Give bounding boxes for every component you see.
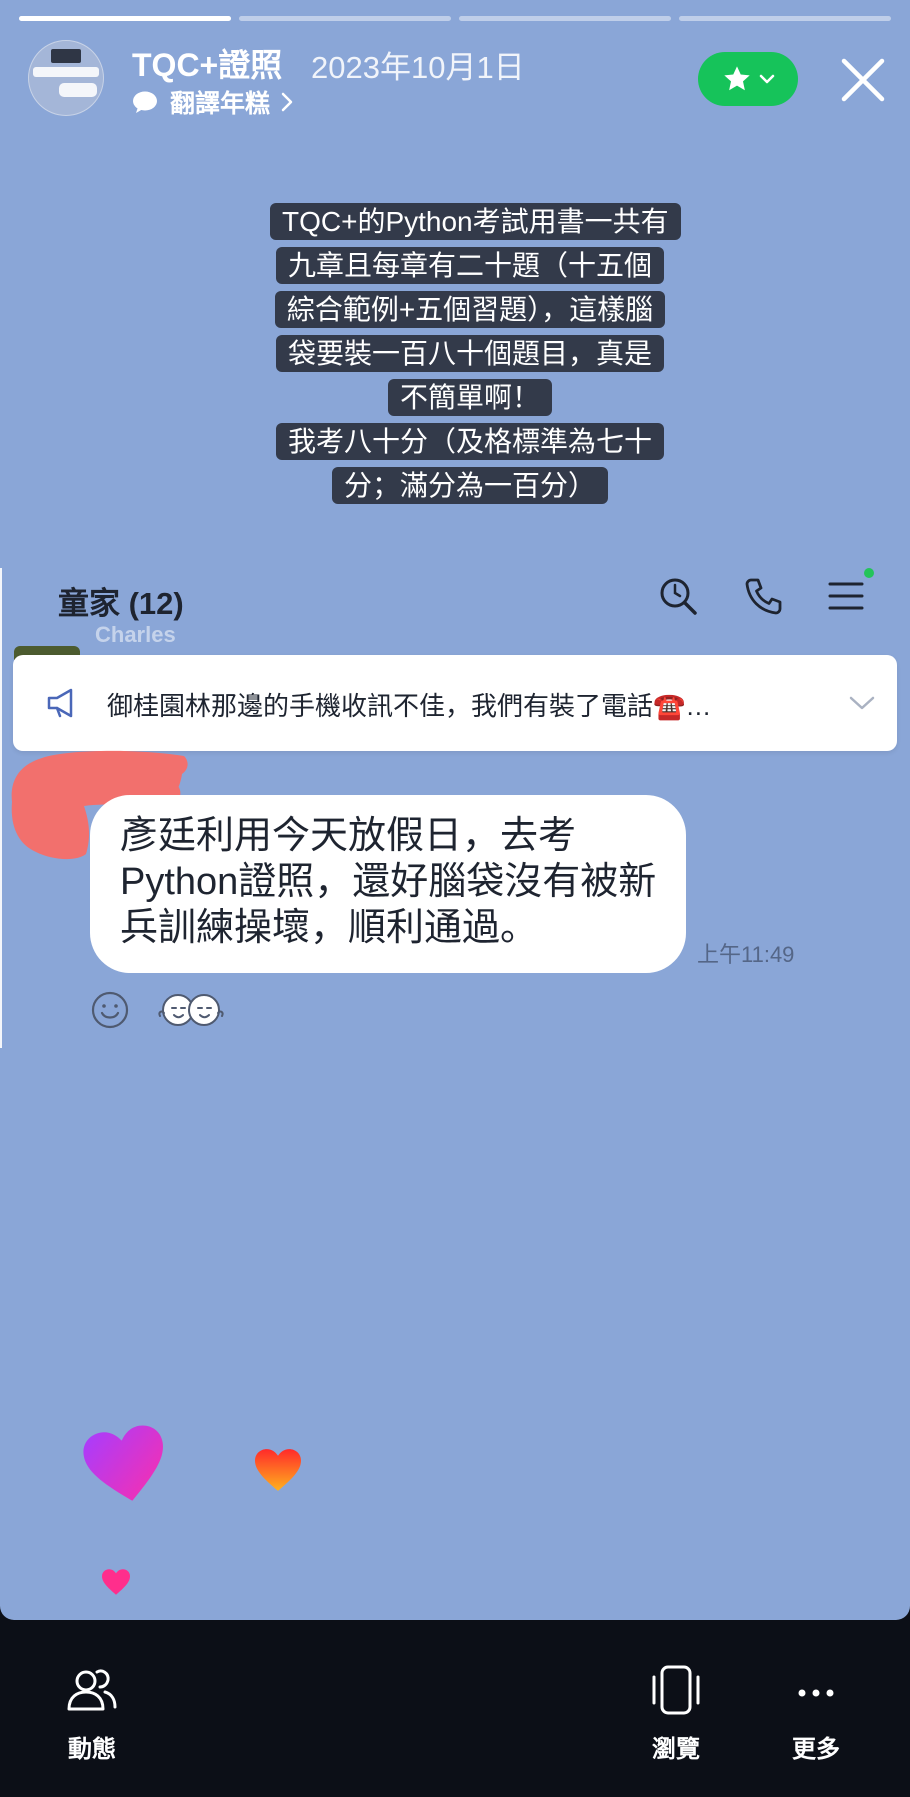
announcement-text: 御桂園林那邊的手機收訊不佳，我們有裝了電話☎️… <box>107 691 712 721</box>
story-date: 2023年10月1日 <box>311 50 525 85</box>
story-progress <box>19 16 891 21</box>
progress-segment <box>459 16 671 21</box>
screenshot-edge <box>0 568 2 1048</box>
chat-title: 童家 (12) <box>58 586 184 621</box>
chevron-down-icon <box>849 696 875 710</box>
browse-button[interactable]: 瀏覽 <box>606 1665 746 1764</box>
story-caption: TQC+的Python考試用書一共有九章且每章有二十題（十五個綜合範例+五個習題… <box>270 200 681 508</box>
author-avatar[interactable] <box>28 40 104 116</box>
close-icon[interactable] <box>838 55 888 105</box>
heart-icon <box>255 1449 301 1491</box>
favorite-button[interactable] <box>698 52 798 106</box>
activity-label: 動態 <box>68 1736 116 1763</box>
message-text: 彥廷利用今天放假日，去考Python證照，還好腦袋沒有被新兵訓練操壞，順利通過。 <box>120 815 657 949</box>
search-icon <box>660 578 697 615</box>
chat-message-bubble: 彥廷利用今天放假日，去考Python證照，還好腦袋沒有被新兵訓練操壞，順利通過。 <box>90 795 686 973</box>
chevron-right-icon <box>281 92 293 112</box>
more-label: 更多 <box>792 1736 840 1763</box>
reaction-sticker-icon <box>158 994 224 1026</box>
activity-button[interactable]: 動態 <box>22 1665 162 1764</box>
menu-icon <box>828 582 864 610</box>
more-button[interactable]: 更多 <box>746 1665 886 1764</box>
chevron-down-icon <box>759 74 775 84</box>
progress-segment <box>19 16 231 21</box>
story-author-name[interactable]: TQC+證照 <box>132 40 282 86</box>
smiley-icon <box>91 991 129 1029</box>
heart-icon <box>102 1569 130 1595</box>
faded-sender-name: Charles <box>95 622 176 647</box>
caption-text: 我考八十分（及格標準為七十分；滿分為一百分） <box>275 423 664 504</box>
translate-label: 翻譯年糕 <box>170 90 271 118</box>
bubble-icon <box>133 91 157 113</box>
translate-link[interactable]: 翻譯年糕 <box>132 84 294 120</box>
message-time: 上午11:49 <box>697 942 795 967</box>
more-icon <box>798 1689 834 1697</box>
caption-text: TQC+的Python考試用書一共有九章且每章有二十題（十五個綜合範例+五個習題… <box>270 203 681 416</box>
heart-icon <box>83 1425 163 1501</box>
star-icon <box>724 66 750 91</box>
people-icon <box>67 1669 117 1711</box>
phone-frame-icon <box>652 1665 700 1715</box>
status-dot <box>864 568 874 578</box>
progress-segment <box>679 16 891 21</box>
announcement-banner: 御桂園林那邊的手機收訊不佳，我們有裝了電話☎️… <box>13 655 897 751</box>
story-viewer[interactable]: TQC+證照 2023年10月1日 翻譯年糕 TQC+的Python考試用書一共… <box>0 0 910 1620</box>
progress-segment <box>239 16 451 21</box>
browse-label: 瀏覽 <box>652 1736 700 1763</box>
phone-icon <box>745 578 782 615</box>
megaphone-icon <box>47 688 73 718</box>
